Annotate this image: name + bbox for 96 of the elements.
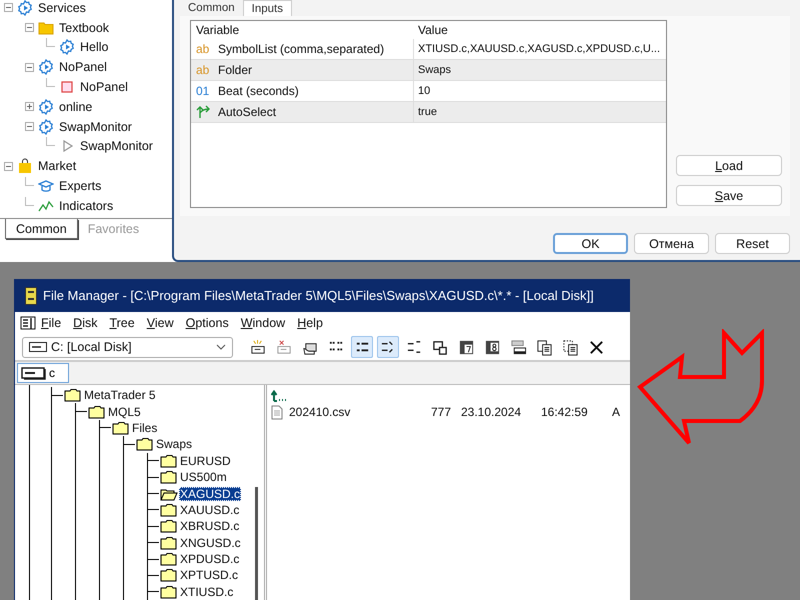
- navigator-item[interactable]: Textbook: [59, 20, 110, 36]
- expander-icon[interactable]: [25, 23, 34, 32]
- drive-button[interactable]: c: [17, 363, 69, 383]
- toolbar-button[interactable]: [351, 336, 373, 358]
- toolbar-button[interactable]: [377, 336, 399, 358]
- dialog-button[interactable]: OK: [553, 233, 628, 254]
- square-icon: [59, 79, 75, 96]
- graduation-cap-icon: [38, 178, 54, 194]
- value-cell[interactable]: Swaps: [418, 64, 452, 76]
- column-header: Variable: [195, 22, 240, 39]
- value-cell[interactable]: XTIUSD.c,XAUUSD.c,XAGUSD.c,XPDUSD.c,U...: [418, 43, 660, 55]
- menu-item[interactable]: File: [36, 316, 68, 330]
- menu-item[interactable]: Tree: [104, 316, 142, 330]
- navigator-item[interactable]: Hello: [80, 39, 108, 56]
- navigator-item[interactable]: NoPanel: [80, 79, 128, 96]
- drive-dropdown[interactable]: C: [Local Disk]: [22, 336, 233, 358]
- up-folder-icon[interactable]: [271, 390, 287, 402]
- drive-icon: [21, 366, 47, 380]
- file-time: 16:42:59: [541, 405, 589, 419]
- navigator-item[interactable]: SwapMonitor: [80, 138, 153, 154]
- menu-item[interactable]: Options: [180, 316, 236, 330]
- gear-play-icon: [38, 98, 54, 115]
- calendar-icon: [458, 338, 474, 356]
- cabinet-icon: [25, 286, 37, 304]
- copy-icon: [562, 338, 578, 356]
- dialog-tab[interactable]: Inputs: [242, 0, 292, 16]
- gear-play-icon: [59, 39, 75, 56]
- folder-item[interactable]: Swaps: [155, 437, 194, 452]
- folder-item[interactable]: XAUUSD.c: [179, 502, 240, 517]
- side-button[interactable]: Save: [676, 185, 782, 206]
- menu-item[interactable]: View: [142, 316, 181, 330]
- dialog-button[interactable]: Отмена: [634, 233, 709, 254]
- value-cell[interactable]: 10: [418, 85, 430, 97]
- drive-icon: [29, 342, 47, 352]
- menu-item[interactable]: Help: [292, 316, 330, 330]
- dialog-tab[interactable]: Common: [180, 0, 243, 16]
- folder-item[interactable]: XBRUSD.c: [179, 519, 240, 534]
- gear-play-icon: [17, 0, 33, 16]
- variable-cell: AutoSelect: [218, 105, 276, 119]
- folder-item[interactable]: EURUSD: [179, 454, 232, 468]
- window-icon: [510, 338, 526, 356]
- column-header: Value: [417, 22, 449, 39]
- menu-item[interactable]: Window: [236, 316, 292, 330]
- type-icon: ab: [196, 42, 212, 56]
- scrollbar-thumb[interactable]: [255, 487, 258, 600]
- folder-item[interactable]: US500m: [179, 470, 228, 484]
- windows-icon: [432, 338, 448, 356]
- gear-play-icon: [38, 118, 54, 135]
- variable-cell: SymbolList (comma,separated): [218, 42, 384, 56]
- bag-icon: [17, 158, 33, 174]
- side-button[interactable]: Load: [676, 155, 782, 176]
- variable-cell: Beat (seconds): [218, 84, 299, 98]
- value-cell[interactable]: true: [418, 106, 437, 118]
- chevron-down-icon: [216, 344, 226, 350]
- navigator-tab[interactable]: Common: [5, 219, 78, 239]
- navigator-item[interactable]: Market: [38, 158, 76, 174]
- expander-icon[interactable]: [25, 62, 34, 72]
- folder-item[interactable]: XAGUSD.c: [179, 486, 242, 501]
- navigator-item[interactable]: Indicators: [59, 198, 114, 214]
- folder-item[interactable]: Files: [131, 420, 158, 435]
- close-icon: [588, 338, 604, 356]
- gear-play-icon: [38, 59, 54, 76]
- file-name[interactable]: 202410.csv: [289, 405, 429, 419]
- window-title: File Manager - [C:\Program Files\MetaTrader 5\MQL5\Files\Swaps\XAGUSD.c\*.* - [Local Disk]]: [43, 288, 594, 303]
- folder-icon: [38, 20, 54, 36]
- file-size: 777: [430, 405, 452, 419]
- folder-item[interactable]: XNGUSD.c: [179, 536, 242, 550]
- folder-item[interactable]: MQL5: [107, 404, 142, 419]
- navigator-item[interactable]: online: [59, 98, 92, 115]
- expander-icon[interactable]: [4, 3, 13, 12]
- menu-item[interactable]: Disk: [68, 316, 104, 330]
- network-drive-icon: [250, 338, 266, 356]
- type-icon: ab: [196, 63, 212, 77]
- folder-item[interactable]: XPDUSD.c: [179, 552, 240, 566]
- sort-icon: [406, 338, 422, 356]
- file-icon: [271, 404, 283, 420]
- type-icon: 01: [196, 84, 212, 98]
- navigator-item[interactable]: NoPanel: [59, 59, 107, 76]
- network-drive-icon: [276, 338, 292, 356]
- folder-item[interactable]: MetaTrader 5: [83, 388, 157, 402]
- branch-arrow-icon: [196, 105, 212, 119]
- calendar-icon: [484, 338, 500, 356]
- expander-icon[interactable]: [25, 122, 34, 132]
- window-menu-icon[interactable]: [20, 316, 36, 330]
- expander-icon[interactable]: [4, 162, 13, 171]
- file-attributes: A: [611, 405, 621, 419]
- expander-icon[interactable]: [25, 102, 34, 112]
- navigator-item[interactable]: Services: [38, 0, 86, 16]
- copy-icon: [536, 338, 552, 356]
- variable-cell: Folder: [218, 63, 252, 77]
- navigator-item[interactable]: Experts: [59, 178, 102, 194]
- folder-item[interactable]: XPTUSD.c: [179, 568, 240, 582]
- file-date: 23.10.2024: [461, 405, 522, 419]
- dialog-button[interactable]: Reset: [715, 233, 790, 254]
- folder-item[interactable]: XTIUSD.c: [179, 584, 234, 599]
- navigator-item[interactable]: SwapMonitor: [59, 118, 132, 135]
